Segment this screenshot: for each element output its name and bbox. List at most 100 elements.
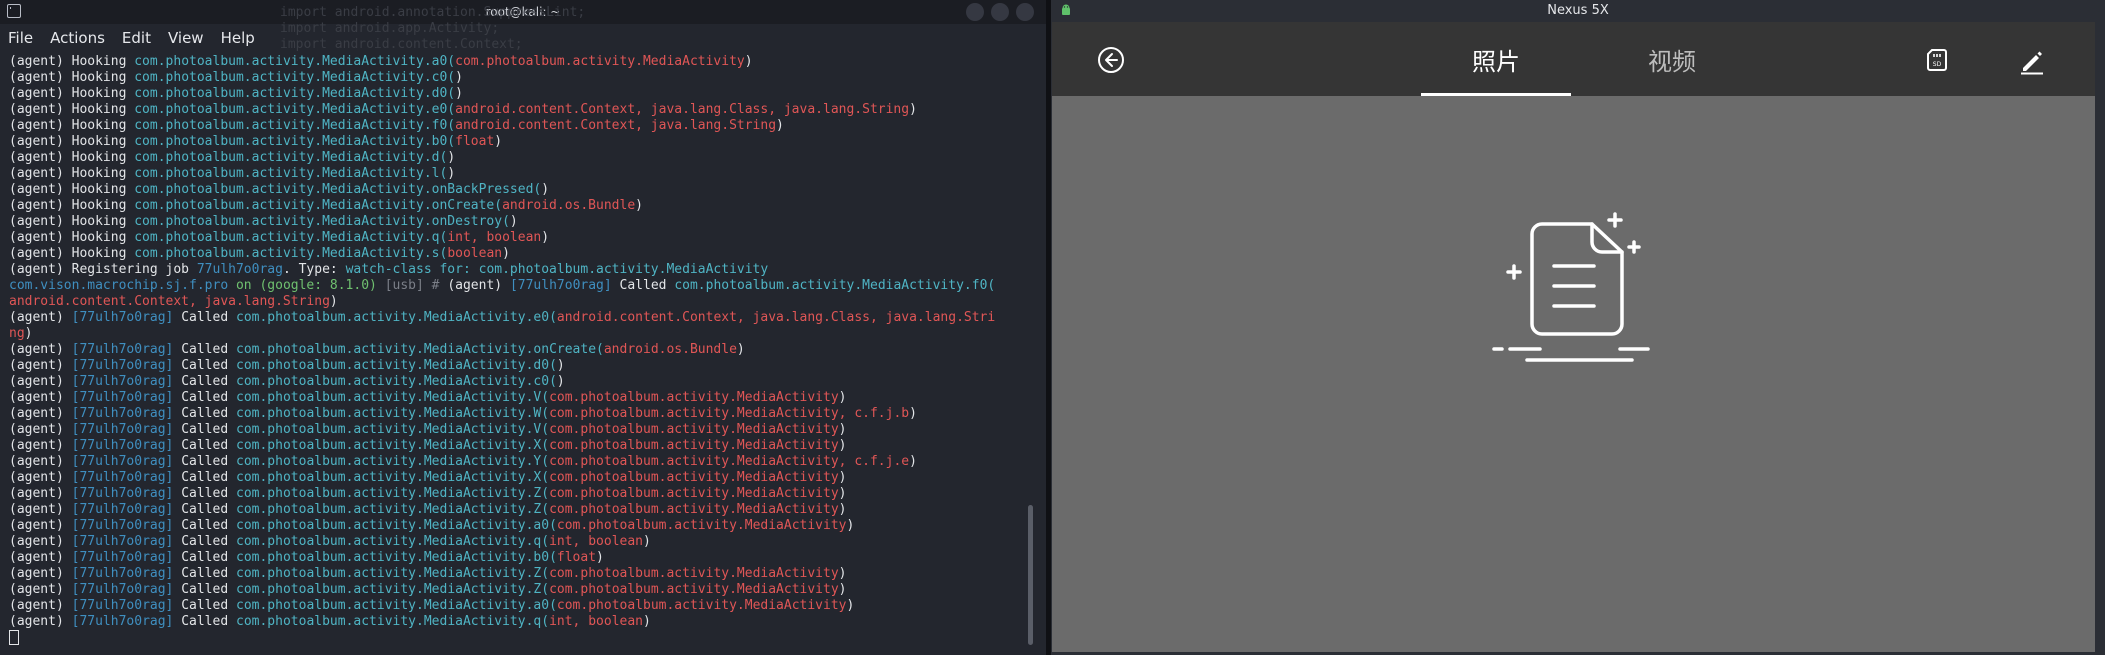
terminal-line: com.vison.macrochip.sj.f.pro on (google:… (9, 278, 1039, 294)
tab-photos[interactable]: 照片 (1421, 42, 1571, 96)
emulator-window[interactable]: Nexus 5X 照片 视频 SD (1051, 0, 2105, 655)
terminal-segment: com.photoalbum.activity.MediaActivity.c0… (236, 374, 557, 389)
terminal-segment: com.photoalbum.activity.MediaActivity (549, 582, 839, 597)
terminal-line: (agent) [77ulh7o0rag] Called com.photoal… (9, 406, 1039, 422)
terminal-line: (agent) Hooking com.photoalbum.activity.… (9, 86, 1039, 102)
terminal-line: ng) (9, 326, 1039, 342)
terminal-segment: ) (556, 358, 565, 373)
terminal-segment: [77ulh7o0rag] (71, 566, 174, 581)
minimize-button[interactable] (966, 3, 984, 21)
terminal-segment: watch-class for: com.photoalbum.activity… (345, 262, 769, 277)
terminal-output[interactable]: (agent) Hooking com.photoalbum.activity.… (0, 54, 1039, 655)
terminal-segment: ) (643, 534, 651, 549)
terminal-segment: (agent) (9, 518, 72, 533)
terminal-segment: [77ulh7o0rag] (71, 374, 174, 389)
terminal-prompt-line[interactable] (9, 630, 1039, 646)
terminal-segment: Called (173, 390, 236, 405)
terminal-segment: (agent) Hooking (9, 86, 135, 101)
terminal-segment: (agent) (9, 310, 72, 325)
terminal-cursor (9, 630, 19, 645)
terminal-segment: ) (502, 246, 510, 261)
terminal-line: (agent) Hooking com.photoalbum.activity.… (9, 230, 1039, 246)
back-icon[interactable] (1097, 46, 1125, 74)
terminal-segment: [77ulh7o0rag] (509, 278, 612, 293)
terminal-segment: (agent) (9, 470, 72, 485)
terminal-segment: ) (846, 598, 855, 613)
terminal-segment: com.photoalbum.activity.MediaActivity (556, 518, 847, 533)
terminal-segment: (agent) Registering job (9, 262, 197, 277)
terminal-segment: [77ulh7o0rag] (71, 406, 174, 421)
terminal-segment: (agent) (9, 502, 72, 517)
menu-edit[interactable]: Edit (122, 29, 151, 47)
terminal-scrollbar[interactable] (1028, 505, 1033, 645)
terminal-line: (agent) [77ulh7o0rag] Called com.photoal… (9, 550, 1039, 566)
terminal-line: (agent) Hooking com.photoalbum.activity.… (9, 150, 1039, 166)
terminal-segment: Called (173, 374, 236, 389)
terminal-segment: com.photoalbum.activity.MediaActivity.f0… (674, 278, 996, 293)
terminal-segment: [77ulh7o0rag] (71, 502, 174, 517)
terminal-segment: com.photoalbum.activity.MediaActivity.V( (236, 390, 550, 405)
terminal-segment: ) (909, 406, 917, 421)
menu-help[interactable]: Help (221, 29, 255, 47)
terminal-window[interactable]: root@kali: ~ File Actions Edit View Help… (0, 0, 1046, 655)
terminal-segment: (agent) (447, 278, 510, 293)
terminal-segment: (agent) Hooking (9, 246, 135, 261)
edit-icon[interactable] (2017, 46, 2047, 76)
terminal-segment: com.photoalbum.activity.MediaActivity, c… (549, 406, 910, 421)
close-button[interactable] (1016, 3, 1034, 21)
terminal-segment: android.content.Context, java.lang.Strin… (9, 294, 330, 309)
terminal-segment: (agent) (9, 438, 72, 453)
menu-file[interactable]: File (8, 29, 33, 47)
terminal-segment: com.photoalbum.activity.MediaActivity.q( (236, 534, 550, 549)
terminal-segment: com.photoalbum.activity.MediaActivity.a0… (134, 54, 456, 69)
terminal-line: (agent) [77ulh7o0rag] Called com.photoal… (9, 598, 1039, 614)
terminal-line: (agent) [77ulh7o0rag] Called com.photoal… (9, 534, 1039, 550)
terminal-line: (agent) [77ulh7o0rag] Called com.photoal… (9, 374, 1039, 390)
tab-indicator (1421, 93, 1571, 96)
terminal-segment: [77ulh7o0rag] (71, 390, 174, 405)
terminal-segment: ) (838, 502, 847, 517)
phone-screen[interactable]: 照片 视频 SD (1052, 22, 2095, 652)
terminal-line: (agent) Hooking com.photoalbum.activity.… (9, 198, 1039, 214)
terminal-segment: Called (173, 598, 236, 613)
terminal-segment: (agent) (9, 582, 72, 597)
terminal-segment: ) (596, 550, 604, 565)
terminal-segment: ) (838, 422, 847, 437)
terminal-segment: com.photoalbum.activity.MediaActivity.on… (134, 198, 503, 213)
tab-videos[interactable]: 视频 (1597, 42, 1747, 96)
emulator-titlebar[interactable]: Nexus 5X (1051, 0, 2105, 22)
terminal-line: (agent) Hooking com.photoalbum.activity.… (9, 214, 1039, 230)
terminal-segment: android.content.Context, java.lang.Class… (455, 102, 910, 117)
terminal-line: (agent) [77ulh7o0rag] Called com.photoal… (9, 422, 1039, 438)
terminal-segment: com.photoalbum.activity.MediaActivity.s( (134, 246, 448, 261)
terminal-segment: [77ulh7o0rag] (71, 534, 174, 549)
terminal-line: (agent) [77ulh7o0rag] Called com.photoal… (9, 502, 1039, 518)
terminal-segment: com.photoalbum.activity.MediaActivity.d( (134, 150, 448, 165)
terminal-segment: com.photoalbum.activity.MediaActivity.e0… (134, 102, 456, 117)
menu-view[interactable]: View (168, 29, 204, 47)
terminal-line: (agent) Registering job 77ulh7o0rag. Typ… (9, 262, 1039, 278)
terminal-segment: (agent) (9, 358, 72, 373)
terminal-segment: [77ulh7o0rag] (71, 438, 174, 453)
menu-actions[interactable]: Actions (50, 29, 105, 47)
terminal-segment: (agent) Hooking (9, 118, 135, 133)
emulator-title: Nexus 5X (1547, 3, 1609, 18)
terminal-segment: . Type: (282, 262, 346, 277)
terminal-segment: com.photoalbum.activity.MediaActivity (549, 390, 839, 405)
terminal-segment: (agent) Hooking (9, 54, 135, 69)
maximize-button[interactable] (991, 3, 1009, 21)
terminal-line: (agent) Hooking com.photoalbum.activity.… (9, 182, 1039, 198)
terminal-segment: (agent) (9, 454, 72, 469)
sd-card-icon[interactable]: SD (1924, 47, 1950, 73)
terminal-line: (agent) Hooking com.photoalbum.activity.… (9, 54, 1039, 70)
terminal-segment: com.photoalbum.activity.MediaActivity.f0… (134, 118, 456, 133)
terminal-segment: (agent) (9, 550, 72, 565)
terminal-segment: (agent) (9, 534, 72, 549)
terminal-segment: Called (173, 518, 236, 533)
terminal-segment: com.photoalbum.activity.MediaActivity (549, 470, 839, 485)
terminal-segment: Called (173, 534, 236, 549)
app-toolbar: 照片 视频 SD (1052, 22, 2095, 96)
terminal-segment: ) (838, 582, 847, 597)
terminal-segment: ) (838, 390, 847, 405)
terminal-segment: ) (635, 198, 643, 213)
